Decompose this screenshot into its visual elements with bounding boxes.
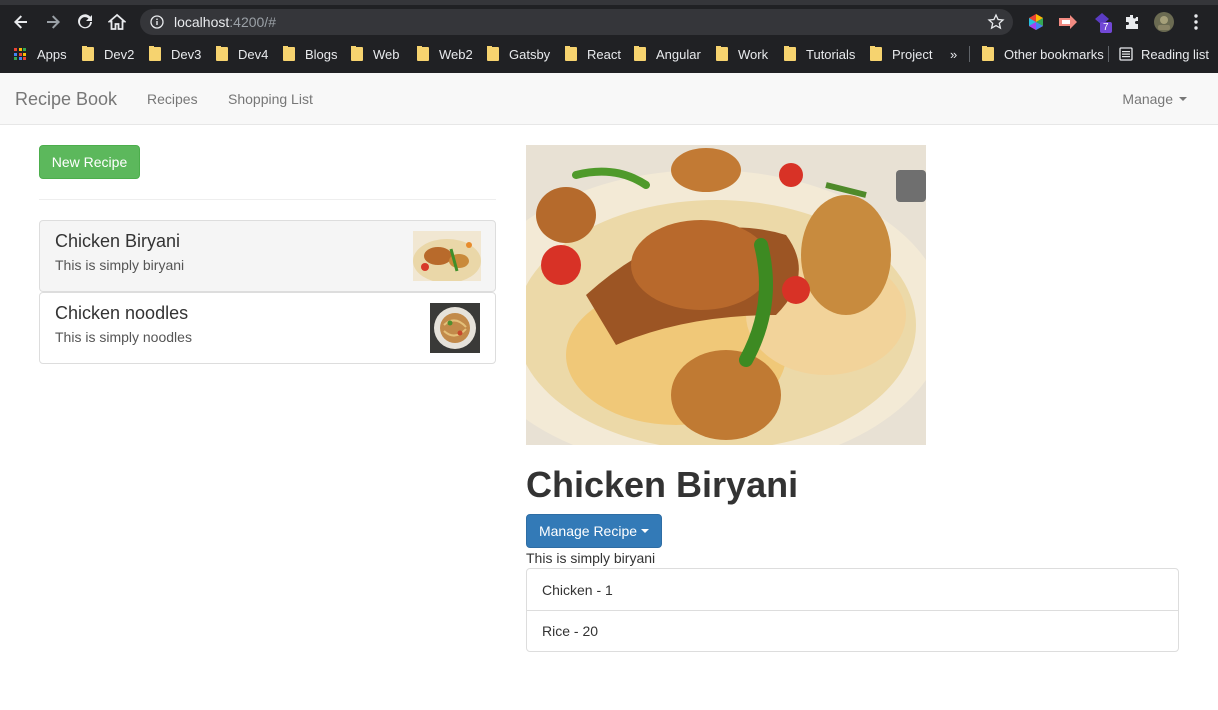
bookmark-star-icon[interactable] [987, 13, 1005, 31]
extension-badge: 7 [1103, 22, 1109, 33]
bookmark-blogs[interactable]: Blogs [283, 46, 338, 62]
bookmark-apps[interactable]: Apps [14, 46, 67, 62]
recipe-title: Chicken Biryani [526, 464, 799, 505]
caret-down-icon [641, 529, 650, 533]
folder-icon [784, 46, 796, 61]
bookmark-divider [969, 46, 970, 62]
folder-icon [982, 46, 994, 61]
recipe-description: This is simply biryani [55, 257, 185, 273]
profile-avatar-icon[interactable] [1152, 10, 1176, 34]
nav-recipes[interactable]: Recipes [147, 91, 198, 107]
back-icon[interactable] [9, 10, 33, 34]
app-navbar: Recipe Book Recipes Shopping List Manage [0, 73, 1218, 125]
caret-down-icon [1179, 97, 1187, 101]
badge-extension-icon[interactable]: 7 [1090, 10, 1114, 34]
folder-icon [565, 46, 577, 61]
browser-chrome: localhost:4200/# 7 Apps Dev2 Dev3 Dev4 B… [0, 0, 1218, 73]
bookmarks-overflow-button[interactable]: » [950, 46, 957, 62]
manage-dropdown[interactable]: Manage [1122, 91, 1187, 107]
recipe-description: This is simply noodles [55, 329, 192, 345]
ingredient-list: Chicken - 1 Rice - 20 [526, 568, 1179, 652]
reading-list-button[interactable]: Reading list [1119, 46, 1209, 62]
folder-icon [716, 46, 728, 61]
address-bar[interactable]: localhost:4200/# [140, 9, 1013, 35]
bookmark-divider [1108, 46, 1109, 62]
bookmark-web[interactable]: Web [351, 46, 400, 62]
forward-icon[interactable] [41, 10, 65, 34]
extensions-puzzle-icon[interactable] [1120, 10, 1144, 34]
reading-list-icon [1119, 47, 1133, 61]
bookmark-dev4[interactable]: Dev4 [216, 46, 268, 62]
section-divider [39, 199, 496, 200]
bookmark-tutorials[interactable]: Tutorials [784, 46, 855, 62]
folder-icon [870, 46, 882, 61]
brand-link[interactable]: Recipe Book [15, 89, 117, 110]
apps-grid-icon [14, 48, 26, 60]
recipe-thumbnail [413, 231, 481, 281]
site-info-icon[interactable] [150, 15, 164, 29]
arrow-extension-icon[interactable] [1056, 10, 1080, 34]
bookmark-other[interactable]: Other bookmarks [982, 46, 1104, 62]
new-recipe-button[interactable]: New Recipe [39, 145, 140, 179]
home-icon[interactable] [105, 10, 129, 34]
ingredient-item: Chicken - 1 [542, 581, 613, 598]
folder-icon [82, 46, 94, 61]
recipe-image [526, 145, 926, 445]
bookmarks-bar: Apps Dev2 Dev3 Dev4 Blogs Web Web2 Gatsb… [0, 40, 1218, 68]
bookmark-project[interactable]: Project [870, 46, 932, 62]
recipe-list-item[interactable]: Chicken noodles This is simply noodles [39, 292, 496, 364]
bookmark-work[interactable]: Work [716, 46, 768, 62]
folder-icon [634, 46, 646, 61]
recipe-name: Chicken Biryani [55, 231, 181, 251]
browser-toolbar: localhost:4200/# 7 [0, 5, 1218, 39]
browser-menu-icon[interactable] [1184, 10, 1208, 34]
folder-icon [417, 46, 429, 61]
ingredient-item: Rice - 20 [527, 610, 1178, 651]
reload-icon[interactable] [73, 10, 97, 34]
folder-icon [351, 46, 363, 61]
recipe-detail-description: This is simply biryani [526, 550, 656, 566]
bookmark-react[interactable]: React [565, 46, 621, 62]
bookmark-dev2[interactable]: Dev2 [82, 46, 134, 62]
folder-icon [216, 46, 228, 61]
folder-icon [487, 46, 499, 61]
recipe-name: Chicken noodles [55, 303, 189, 323]
folder-icon [149, 46, 161, 61]
bookmark-angular[interactable]: Angular [634, 46, 701, 62]
bookmark-dev3[interactable]: Dev3 [149, 46, 201, 62]
bookmark-web2[interactable]: Web2 [417, 46, 473, 62]
nav-shopping-list[interactable]: Shopping List [228, 91, 313, 107]
manage-recipe-button[interactable]: Manage Recipe [526, 514, 662, 548]
bookmark-gatsby[interactable]: Gatsby [487, 46, 550, 62]
recipe-thumbnail [430, 303, 480, 353]
color-extension-icon[interactable] [1024, 10, 1048, 34]
folder-icon [283, 46, 295, 61]
recipe-list-item[interactable]: Chicken Biryani This is simply biryani [39, 220, 496, 292]
url-text: localhost:4200/# [174, 14, 276, 30]
